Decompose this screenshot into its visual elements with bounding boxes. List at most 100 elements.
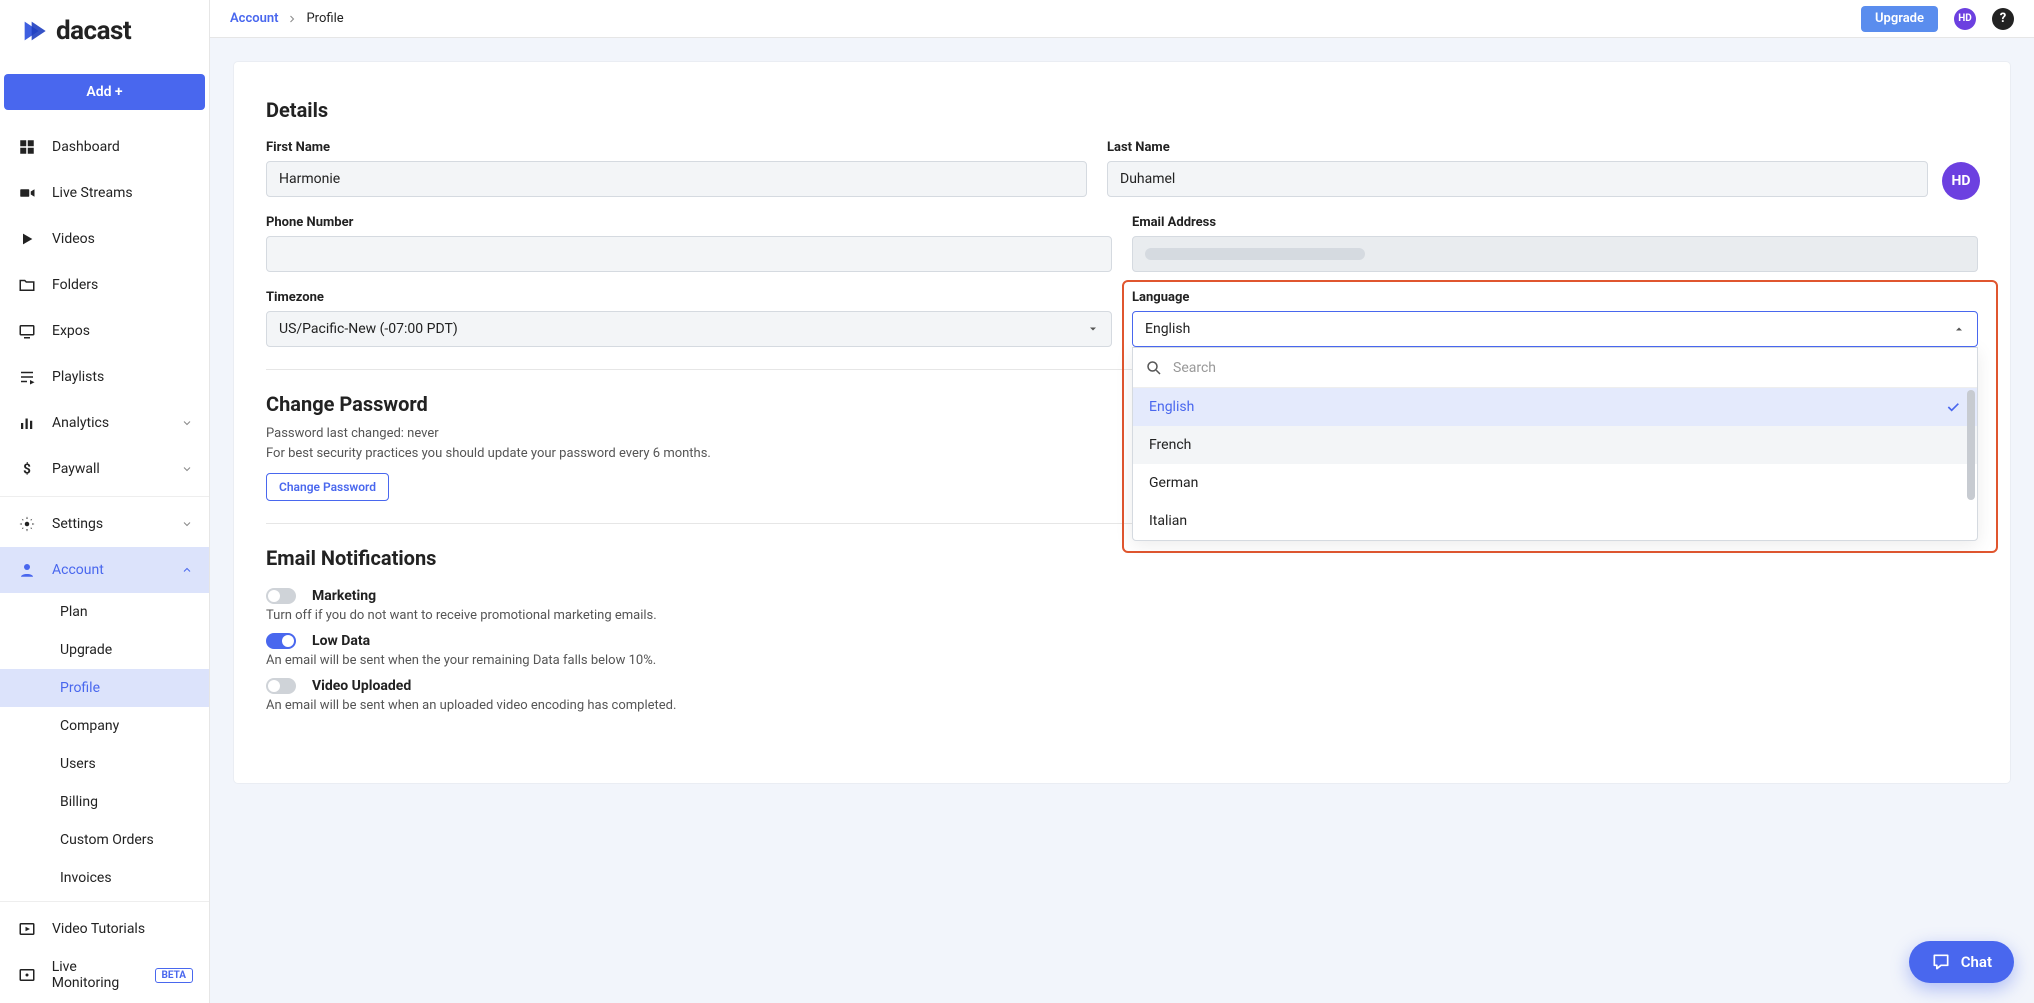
search-placeholder: Search bbox=[1173, 360, 1216, 376]
last-name-field[interactable]: Duhamel bbox=[1107, 161, 1928, 197]
phone-label: Phone Number bbox=[266, 215, 1112, 230]
breadcrumb-current: Profile bbox=[306, 11, 343, 26]
analytics-icon bbox=[16, 412, 38, 434]
avatar[interactable]: HD bbox=[1954, 8, 1976, 30]
brand-name: dacast bbox=[56, 16, 131, 46]
play-icon bbox=[16, 228, 38, 250]
chat-label: Chat bbox=[1961, 953, 1992, 971]
timezone-select[interactable]: US/Pacific-New (-07:00 PDT) bbox=[266, 311, 1112, 347]
sidebar-item-label: Playlists bbox=[52, 369, 104, 385]
email-field bbox=[1132, 236, 1978, 272]
sidebar-item-label: Account bbox=[52, 562, 104, 578]
brand-logo[interactable]: dacast bbox=[0, 16, 209, 56]
sidebar-item-label: Analytics bbox=[52, 415, 109, 431]
sidebar-item-folders[interactable]: Folders bbox=[0, 262, 209, 308]
gear-icon bbox=[16, 513, 38, 535]
sidebar-item-settings[interactable]: Settings bbox=[0, 501, 209, 547]
breadcrumb-parent[interactable]: Account bbox=[230, 11, 278, 26]
notification-title: Video Uploaded bbox=[312, 678, 411, 694]
language-option[interactable]: English bbox=[1133, 388, 1977, 426]
sidebar-item-dashboard[interactable]: Dashboard bbox=[0, 124, 209, 170]
divider bbox=[0, 901, 209, 902]
notification-toggle[interactable] bbox=[266, 633, 296, 649]
language-option[interactable]: German bbox=[1133, 464, 1977, 502]
scrollbar[interactable] bbox=[1967, 390, 1975, 500]
brand-chevron-icon bbox=[20, 17, 48, 45]
sidebar-item-expos[interactable]: Expos bbox=[0, 308, 209, 354]
chat-button[interactable]: Chat bbox=[1909, 941, 2014, 983]
monitor-icon bbox=[16, 320, 38, 342]
help-button[interactable]: ? bbox=[1992, 8, 2014, 30]
sidebar-item-playlists[interactable]: Playlists bbox=[0, 354, 209, 400]
sidebar-sub-profile[interactable]: Profile bbox=[0, 669, 209, 707]
chevron-right-icon bbox=[286, 13, 298, 25]
add-button[interactable]: Add + bbox=[4, 74, 205, 110]
live-monitor-icon bbox=[16, 964, 38, 986]
playlist-icon bbox=[16, 366, 38, 388]
sidebar-item-label: Videos bbox=[52, 231, 95, 247]
timezone-label: Timezone bbox=[266, 290, 1112, 305]
sidebar-sub-users[interactable]: Users bbox=[0, 745, 209, 783]
notification-desc: An email will be sent when the your rema… bbox=[266, 653, 1978, 668]
email-label: Email Address bbox=[1132, 215, 1978, 230]
section-title-details: Details bbox=[266, 98, 1978, 122]
language-value: English bbox=[1145, 321, 1190, 337]
first-name-label: First Name bbox=[266, 140, 1087, 155]
svg-text:$: $ bbox=[23, 462, 31, 478]
notification-desc: Turn off if you do not want to receive p… bbox=[266, 608, 1978, 623]
caret-up-icon bbox=[1953, 323, 1965, 335]
sidebar-item-paywall[interactable]: $ Paywall bbox=[0, 446, 209, 492]
sidebar-item-videos[interactable]: Videos bbox=[0, 216, 209, 262]
language-search[interactable]: Search bbox=[1133, 348, 1977, 388]
language-select[interactable]: English bbox=[1132, 311, 1978, 347]
sidebar-item-analytics[interactable]: Analytics bbox=[0, 400, 209, 446]
change-password-button[interactable]: Change Password bbox=[266, 473, 389, 501]
sidebar-sub-billing[interactable]: Billing bbox=[0, 783, 209, 821]
divider bbox=[0, 496, 209, 497]
language-list: EnglishFrenchGermanItalian bbox=[1133, 388, 1977, 540]
person-icon bbox=[16, 559, 38, 581]
sidebar-item-label: Settings bbox=[52, 516, 103, 532]
phone-field[interactable] bbox=[266, 236, 1112, 272]
notification-title: Low Data bbox=[312, 633, 370, 649]
folder-icon bbox=[16, 274, 38, 296]
language-option[interactable]: French bbox=[1133, 426, 1977, 464]
notification-toggle[interactable] bbox=[266, 588, 296, 604]
search-icon bbox=[1145, 359, 1163, 377]
sidebar-item-tutorials[interactable]: Video Tutorials bbox=[0, 906, 209, 952]
last-name-label: Last Name bbox=[1107, 140, 1928, 155]
sidebar-item-livestreams[interactable]: Live Streams bbox=[0, 170, 209, 216]
language-label: Language bbox=[1132, 290, 1978, 305]
language-option[interactable]: Italian bbox=[1133, 502, 1977, 540]
beta-badge: BETA bbox=[155, 968, 194, 983]
sidebar-sub-plan[interactable]: Plan bbox=[0, 593, 209, 631]
sidebar: dacast Add + Dashboard Live Streams Vide… bbox=[0, 0, 210, 1003]
chevron-down-icon bbox=[181, 463, 193, 475]
notification-title: Marketing bbox=[312, 588, 376, 604]
sidebar-item-label: Live Streams bbox=[52, 185, 133, 201]
upgrade-button[interactable]: Upgrade bbox=[1861, 6, 1938, 32]
timezone-value: US/Pacific-New (-07:00 PDT) bbox=[279, 321, 458, 337]
sidebar-sub-customorders[interactable]: Custom Orders bbox=[0, 821, 209, 859]
first-name-field[interactable]: Harmonie bbox=[266, 161, 1087, 197]
section-title-notifications: Email Notifications bbox=[266, 546, 1978, 570]
sidebar-item-account[interactable]: Account bbox=[0, 547, 209, 593]
topbar: Account Profile Upgrade HD ? bbox=[210, 0, 2034, 38]
chevron-up-icon bbox=[181, 564, 193, 576]
sidebar-item-label: Dashboard bbox=[52, 139, 120, 155]
notification-toggle[interactable] bbox=[266, 678, 296, 694]
sidebar-item-label: Folders bbox=[52, 277, 98, 293]
sidebar-sub-company[interactable]: Company bbox=[0, 707, 209, 745]
redacted-placeholder bbox=[1145, 248, 1365, 260]
dashboard-icon bbox=[16, 136, 38, 158]
camera-icon bbox=[16, 182, 38, 204]
breadcrumb: Account Profile bbox=[230, 11, 344, 26]
sidebar-item-livemonitoring[interactable]: Live Monitoring BETA bbox=[0, 952, 209, 998]
check-icon bbox=[1945, 399, 1961, 415]
sidebar-sub-upgrade[interactable]: Upgrade bbox=[0, 631, 209, 669]
sidebar-sub-invoices[interactable]: Invoices bbox=[0, 859, 209, 897]
profile-avatar: HD bbox=[1942, 162, 1980, 200]
chat-icon bbox=[1931, 952, 1951, 972]
notification-desc: An email will be sent when an uploaded v… bbox=[266, 698, 1978, 713]
language-dropdown: Search EnglishFrenchGermanItalian bbox=[1132, 347, 1978, 541]
